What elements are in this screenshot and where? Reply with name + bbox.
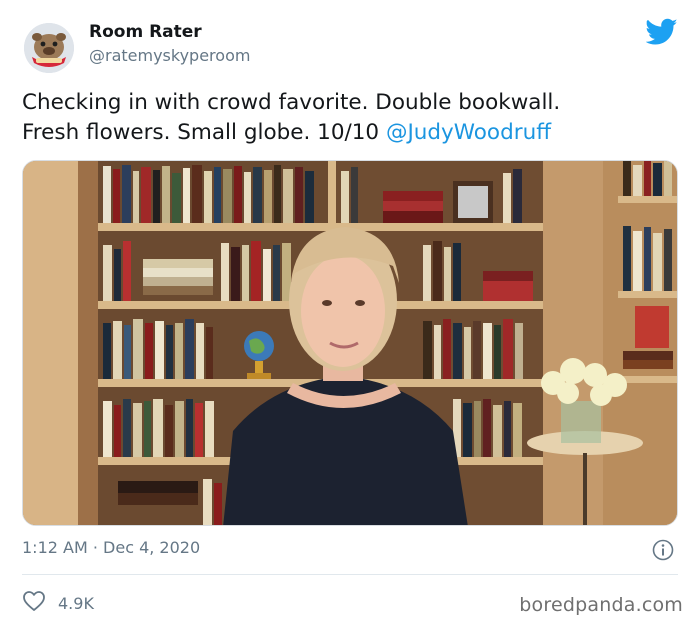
heart-icon (22, 590, 46, 616)
author-handle[interactable]: @ratemyskyperoom (89, 46, 250, 65)
tweet-text-line-2-body: Fresh flowers. Small globe. 10/10 (22, 120, 386, 145)
author-name[interactable]: Room Rater (89, 22, 202, 42)
tweet-text: Checking in with crowd favorite. Double … (22, 88, 672, 148)
tweet-timestamp[interactable]: 1:12 AM · Dec 4, 2020 (22, 538, 200, 557)
avatar[interactable] (24, 23, 74, 73)
bulldog-mascot-avatar (24, 23, 74, 73)
like-button[interactable]: 4.9K (22, 591, 94, 615)
tweet-text-line-1: Checking in with crowd favorite. Double … (22, 90, 561, 115)
tweet-media-video[interactable] (22, 160, 678, 526)
mention-link[interactable]: @JudyWoodruff (386, 120, 551, 145)
divider (22, 574, 678, 575)
video-frame-illustration (23, 161, 677, 525)
like-count: 4.9K (58, 593, 94, 613)
twitter-bird-icon[interactable] (645, 18, 678, 46)
tweet-text-line-2: Fresh flowers. Small globe. 10/10 @JudyW… (22, 118, 672, 148)
info-icon[interactable] (652, 539, 674, 561)
site-watermark: boredpanda.com (519, 594, 683, 616)
